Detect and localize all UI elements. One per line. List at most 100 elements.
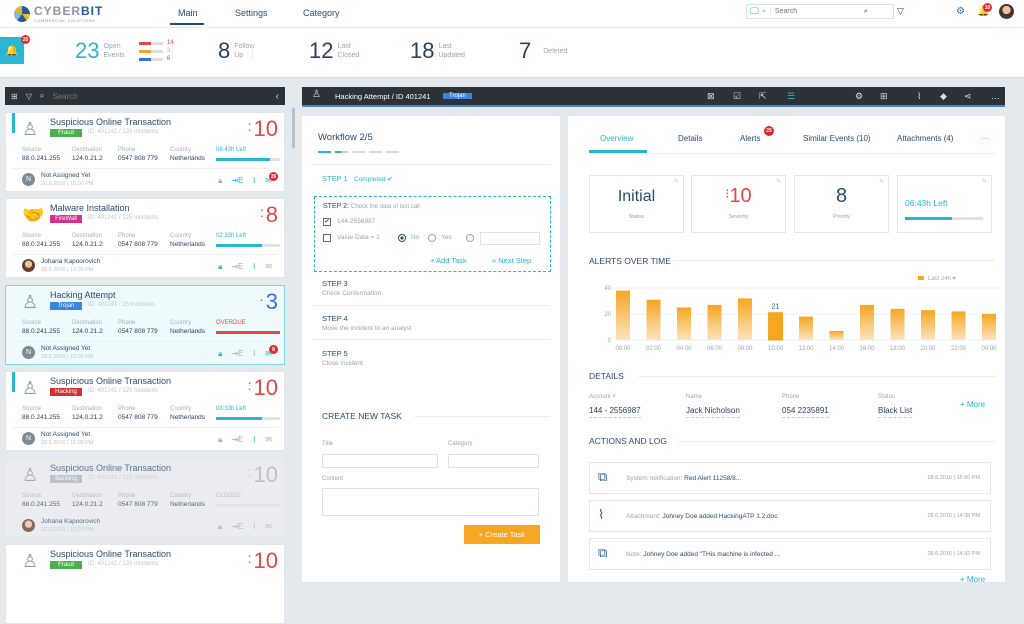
close-box-icon[interactable]: ⊠ [707,91,715,102]
chart-bar[interactable] [707,304,722,340]
log-item[interactable]: ⧉ Note: Johney Doe added "THis machine i… [589,538,991,570]
escalate-icon[interactable]: ⇥E [231,349,243,359]
assignee-name[interactable]: Not Assigned Yet [41,345,90,352]
radio-other[interactable] [466,234,474,242]
chart-bar[interactable] [829,330,844,340]
more-icon[interactable]: … [991,91,1000,101]
assignee-name[interactable]: Johana Kapoorovich [41,518,100,525]
edit-icon[interactable]: ✎ [674,178,679,185]
escalate-icon[interactable]: ⇥E [231,176,243,186]
radio-yes[interactable] [428,234,436,242]
nav-category[interactable]: Category [303,8,340,18]
assignee-name[interactable]: Not Assigned Yet [41,172,90,179]
monitor-icon[interactable]: 🖵 [750,6,759,17]
name-value[interactable]: Jack Nicholson [686,406,740,418]
stat-last-updated[interactable]: 18 Last Updated [410,38,465,64]
status-field-value[interactable]: Black List [878,406,913,418]
tab-details[interactable]: Details [678,134,702,143]
event-card[interactable]: ♙ Hacking Attempt Trojan ID: 401241 / 25… [5,285,285,365]
event-card[interactable]: ♙ Suspicious Online Transaction Hacking … [5,371,285,451]
chart-bar[interactable] [738,298,752,340]
gear-icon[interactable]: ⚙ [956,6,965,17]
chart-bar[interactable] [646,299,661,340]
account-value[interactable]: 144 - 2556987 [589,406,641,418]
mail-icon[interactable]: ✉ [265,262,272,272]
event-card[interactable]: ♙ Suspicious Online Transaction Banking … [5,458,285,538]
share-icon[interactable]: ⋖ [964,91,972,102]
paperclip-icon[interactable]: ⌇ [252,262,256,272]
legend-label[interactable]: Last 24h ▾ [928,276,956,282]
tab-overview[interactable]: Overview [600,134,633,143]
nav-settings[interactable]: Settings [235,8,268,18]
list-icon[interactable]: ☰ [787,91,795,102]
search-icon[interactable]: ⌕ [864,8,868,16]
tab-similar-events[interactable]: Similar Events (10) [803,134,871,143]
chart-bar[interactable] [860,304,874,340]
paperclip-icon[interactable]: ⌇ [252,349,256,359]
user-avatar[interactable] [999,4,1014,19]
chart-bar[interactable] [890,308,905,340]
add-task-button[interactable]: + Add Task [430,256,467,265]
task-title-input[interactable] [322,454,438,468]
filter-icon[interactable]: ▽ [26,92,32,101]
chart-bar[interactable] [951,311,966,340]
chart-bar[interactable] [982,314,996,340]
paperclip-icon[interactable]: ⌇ [917,91,921,102]
mail-icon[interactable]: ✉ [265,522,272,532]
nav-main[interactable]: Main [178,8,198,18]
event-card[interactable]: ♙ Suspicious Online Transaction Fraud ID… [5,112,285,192]
chart-bar[interactable] [799,316,813,340]
log-more-button[interactable]: + More [960,575,985,584]
add-icon[interactable]: ⊞ [880,91,888,102]
check-box-icon[interactable]: ☑ [733,91,741,102]
assignee-name[interactable]: Not Assigned Yet [41,431,90,438]
edit-icon[interactable]: ✎ [879,178,884,185]
lock-icon[interactable]: 🔒︎ [218,176,222,186]
collapse-chevron-icon[interactable]: ‹ [276,91,279,102]
chart-bar[interactable] [677,307,691,341]
tab-more[interactable]: ··· [981,134,989,143]
chart-bar[interactable] [768,312,783,341]
list-scrollbar[interactable] [292,108,295,148]
check-1-checkbox[interactable]: ✔ [323,218,331,226]
step-3-label[interactable]: STEP 3 [322,279,348,288]
next-step-button[interactable]: » Next Step [492,256,531,265]
stat-follow-up[interactable]: 8 Follow Up [218,38,254,64]
event-card[interactable]: 🤝 Malware Installation FireWall ID: 4012… [5,198,285,278]
tab-alerts[interactable]: Alerts [740,134,760,143]
tab-attachments[interactable]: Attachments (4) [897,134,953,143]
global-search[interactable]: 🖵 ● ⌕ [746,4,894,19]
lock-icon[interactable]: 🔒︎ [218,435,222,445]
lock-icon[interactable]: 🔒︎ [218,522,222,532]
step-5-label[interactable]: STEP 5 [322,349,348,358]
filter-icon[interactable]: ▽ [897,6,904,17]
circle-icon[interactable]: ● [762,8,766,15]
edit-icon[interactable]: ✎ [982,178,987,185]
stat-open-events[interactable]: 23 Open Events 14 3 6 [75,38,174,64]
stat-last-closed[interactable]: 12 Last Closed [309,38,359,64]
global-search-input[interactable] [769,8,860,15]
paperclip-icon[interactable]: ⌇ [252,176,256,186]
export-icon[interactable]: ⇱ [759,91,767,102]
log-item[interactable]: ⌇ Attachment: Johney Doe added HackingAT… [589,500,991,532]
escalate-icon[interactable]: ⇥E [231,262,243,272]
task-category-input[interactable] [448,454,539,468]
add-icon[interactable]: ⊞ [11,92,18,101]
edit-icon[interactable]: ✎ [776,178,781,185]
log-item[interactable]: ⧉ System notification: Red Alert 11258/8… [589,462,991,494]
escalate-icon[interactable]: ⇥E [231,435,243,445]
paperclip-icon[interactable]: ⌇ [252,435,256,445]
step-4-label[interactable]: STEP 4 [322,314,348,323]
chart-bar[interactable] [921,310,935,340]
escalate-icon[interactable]: ⇥E [231,522,243,532]
check-2-checkbox[interactable] [323,234,331,242]
chart-bar[interactable] [616,290,630,340]
other-value-input[interactable] [480,232,540,245]
task-content-textarea[interactable] [322,488,539,516]
lock-icon[interactable]: 🔒︎ [218,349,222,359]
gear-icon[interactable]: ⚙ [855,91,863,102]
search-icon[interactable]: ⌕ [40,91,44,101]
list-search-input[interactable] [52,91,243,101]
radio-no[interactable] [398,234,406,242]
tag-icon[interactable]: ◆ [940,91,947,102]
